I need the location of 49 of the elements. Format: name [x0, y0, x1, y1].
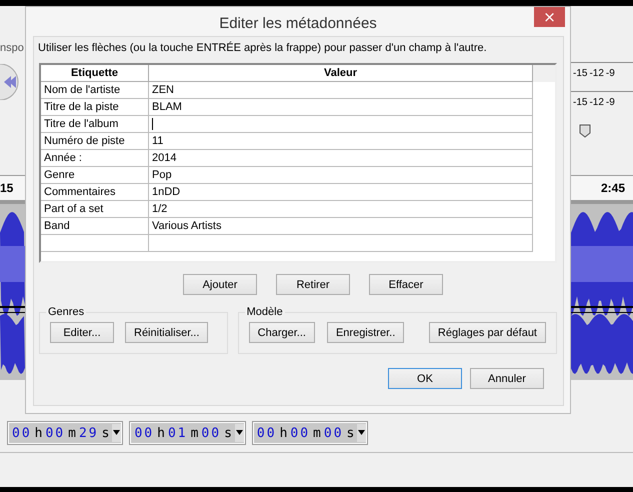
meter-scale-label: -15: [573, 97, 588, 108]
table-cell: Année :: [41, 150, 149, 167]
table-cell: Commentaires: [41, 184, 149, 201]
group-title: Modèle: [246, 306, 284, 318]
dialog-button[interactable]: Annuler: [470, 368, 544, 389]
instruction-text: Utiliser les flèches (ou la touche ENTRÉE après la frappe) pour passer d'un champ à l'autre.: [38, 42, 488, 54]
table-cell[interactable]: ZEN: [149, 82, 533, 99]
column-header: Valeur: [149, 65, 533, 82]
table-cell: Titre de l'album: [41, 116, 149, 133]
table-action-button[interactable]: Retirer: [276, 274, 350, 295]
column-header: Etiquette: [41, 65, 149, 82]
table-cell[interactable]: 2014: [149, 150, 533, 167]
table-cell: Part of a set: [41, 201, 149, 218]
meter-scale-label: -15: [573, 68, 588, 79]
meter-scale-label: -12: [589, 97, 604, 108]
time-field[interactable]: 00 h 00 m 00 s: [252, 422, 368, 444]
window-title: Editer les métadonnées: [219, 15, 377, 32]
group-button[interactable]: Editer...: [50, 322, 114, 343]
header-blank-area: [533, 65, 555, 82]
meter-scale-label: -12: [589, 68, 604, 79]
table-cell: Numéro de piste: [41, 133, 149, 150]
table-action-button[interactable]: Effacer: [369, 274, 443, 295]
table-cell[interactable]: Pop: [149, 167, 533, 184]
time-field[interactable]: 00 h 01 m 00 s: [130, 422, 245, 444]
ruler-label: 2:45: [600, 181, 626, 195]
table-cell[interactable]: Various Artists: [149, 218, 533, 235]
dialog-button[interactable]: OK: [388, 368, 462, 389]
group-button[interactable]: Enregistrer..: [326, 322, 404, 343]
slider-thumb-icon[interactable]: [579, 124, 591, 138]
group-title: Genres: [47, 306, 86, 318]
time-field[interactable]: 00 h 00 m 29 s: [8, 422, 122, 444]
ruler-label: 15: [0, 181, 14, 195]
table-cell: Band: [41, 218, 149, 235]
table-cell[interactable]: BLAM: [149, 99, 533, 116]
group-button[interactable]: Charger...: [248, 322, 315, 343]
meter-scale-label: -9: [606, 97, 615, 108]
table-action-button[interactable]: Ajouter: [183, 274, 257, 295]
table-cell: Genre: [41, 167, 149, 184]
table-cell[interactable]: 1/2: [149, 201, 533, 218]
meter-scale-label: -9: [606, 68, 615, 79]
table-cell: Titre de la piste: [41, 99, 149, 116]
text-cursor: [152, 118, 153, 130]
table-cell: Nom de l'artiste: [41, 82, 149, 99]
table-cell[interactable]: 11: [149, 133, 533, 150]
close-button[interactable]: ×: [534, 7, 565, 27]
table-cell[interactable]: 1nDD: [149, 184, 533, 201]
group-button[interactable]: Réinitialiser...: [125, 322, 208, 343]
group-button[interactable]: Réglages par défaut: [428, 322, 546, 343]
toolbar-label: nspo: [0, 42, 24, 54]
